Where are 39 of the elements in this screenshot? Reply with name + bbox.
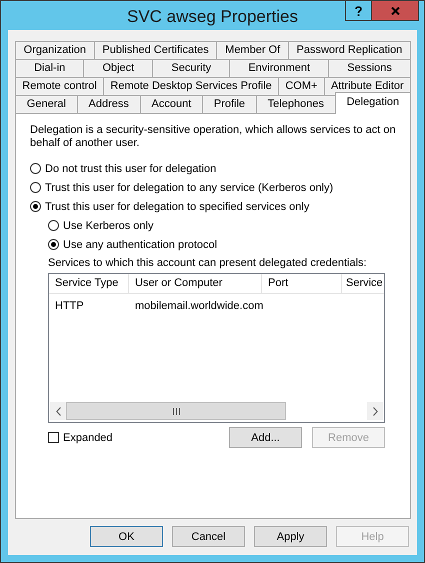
window-title: SVC awseg Properties xyxy=(126,6,298,26)
delegation-option-label: Do not trust this user for delegation xyxy=(45,162,216,174)
services-label: Services to which this account can present delegated credentials: xyxy=(48,256,368,270)
delegation-option-label: Trust this user for delegation to any service (Kerberos only) xyxy=(45,182,334,194)
help-button[interactable] xyxy=(345,1,372,21)
radio-button[interactable] xyxy=(30,163,41,174)
tab[interactable]: Sessions xyxy=(328,59,411,77)
protocol-option-label: Use any authentication protocol xyxy=(63,238,218,250)
grip-icon xyxy=(172,408,180,414)
column-header[interactable]: Port xyxy=(262,274,342,293)
scrollbar-thumb[interactable] xyxy=(66,402,286,420)
radio-button[interactable] xyxy=(48,239,59,250)
expanded-option-label: Expanded xyxy=(63,432,113,444)
cancel-button[interactable]: Cancel xyxy=(172,526,245,547)
column-header[interactable]: Service xyxy=(342,274,384,293)
ok-button[interactable]: OK xyxy=(90,526,163,547)
protocol-option-label: Use Kerberos only xyxy=(63,220,154,232)
table-cell-text: HTTP xyxy=(54,299,85,314)
radio-button[interactable] xyxy=(30,182,41,193)
tab[interactable]: Password Replication xyxy=(288,41,411,59)
checkbox[interactable] xyxy=(48,432,59,443)
tab[interactable]: Delegation xyxy=(334,92,411,114)
tab[interactable]: Dial-in xyxy=(15,59,84,77)
tab[interactable]: General xyxy=(15,95,78,113)
radio-button[interactable] xyxy=(48,220,59,231)
tab[interactable]: Remote control xyxy=(15,77,104,95)
table-cell-text: mobilemail.worldwide.com xyxy=(134,299,264,314)
description-text: Delegation is a security-sensitive operation, which allows services to act on behalf of another user. xyxy=(30,124,396,150)
tab[interactable]: Organization xyxy=(15,41,95,59)
radio-button[interactable] xyxy=(30,201,41,212)
delegation-option-label: Trust this user for delegation to specified services only xyxy=(45,200,310,212)
column-header[interactable]: Service Type xyxy=(49,274,129,293)
add-button[interactable]: Add... xyxy=(229,427,302,448)
apply-button[interactable]: Apply xyxy=(254,526,327,547)
services-list[interactable]: Service Type User or Computer Port Service HTTP mobilemail.worldwide.com xyxy=(48,273,385,423)
close-button[interactable] xyxy=(372,1,419,21)
close-icon xyxy=(390,6,400,14)
question-mark-icon xyxy=(355,6,362,16)
column-header[interactable]: User or Computer xyxy=(129,274,262,293)
